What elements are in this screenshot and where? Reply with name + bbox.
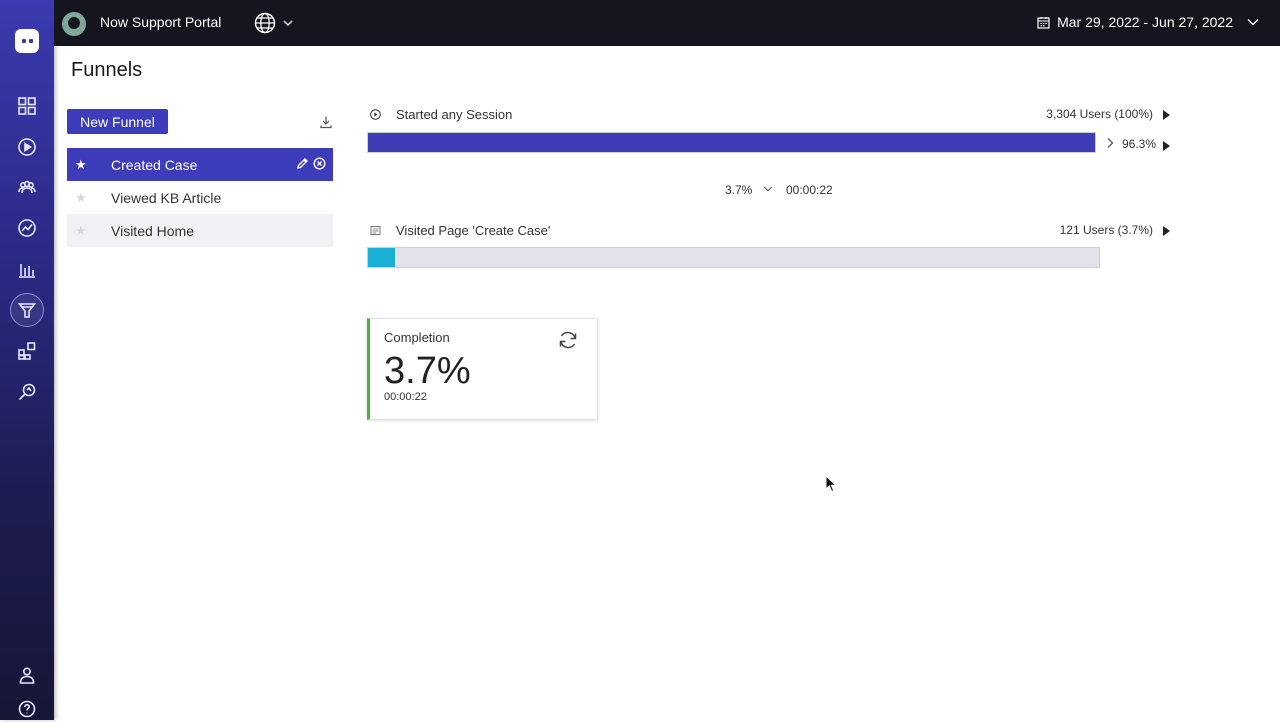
date-range-picker[interactable]: Mar 29, 2022 - Jun 27, 2022 [1037, 14, 1260, 30]
step-2-label: Visited Page 'Create Case' [396, 223, 551, 238]
conversion-percent: 3.7% [725, 183, 753, 197]
session-play-icon [370, 109, 381, 120]
step-1-drop-percent: 96.3% [1122, 137, 1157, 151]
expand-arrow-icon[interactable] [1163, 226, 1170, 236]
funnel-item-visited-home[interactable]: ★ Visited Home [67, 214, 333, 247]
conversion-time: 00:00:22 [786, 183, 833, 197]
search-insights-icon[interactable] [14, 379, 40, 405]
star-icon[interactable]: ★ [75, 157, 89, 173]
completion-value: 3.7% [384, 350, 471, 392]
page-icon [370, 226, 381, 235]
globe-icon[interactable] [254, 12, 276, 34]
calendar-icon [1037, 16, 1050, 29]
users-group-icon[interactable] [14, 174, 40, 200]
widgets-icon[interactable] [14, 338, 40, 364]
top-bar: Now Support Portal Mar 29, 2022 - Jun 27… [54, 0, 1280, 46]
funnel-item-label: Created Case [111, 156, 198, 173]
bar-chart-icon[interactable] [14, 256, 40, 282]
edit-pencil-icon[interactable] [296, 157, 309, 170]
star-icon[interactable]: ★ [75, 190, 89, 206]
step-1-count: 3,304 Users (100%) [1046, 107, 1153, 121]
funnel-item-label: Visited Home [111, 222, 195, 239]
dashboard-grid-icon[interactable] [14, 93, 40, 119]
expand-arrow-icon[interactable] [1163, 110, 1170, 120]
app-logo-icon[interactable] [15, 29, 39, 53]
funnel-item-created-case[interactable]: ★ Created Case [67, 148, 333, 181]
completion-title: Completion [384, 330, 450, 345]
funnel-icon[interactable] [10, 293, 44, 327]
step-2-count: 121 Users (3.7%) [1059, 223, 1153, 237]
portal-logo-icon [62, 12, 86, 36]
user-profile-icon[interactable] [14, 662, 40, 688]
new-funnel-button[interactable]: New Funnel [67, 109, 168, 134]
download-icon[interactable] [319, 115, 333, 129]
step-1-bar-fill [368, 133, 1095, 152]
mouse-cursor-icon [825, 475, 837, 493]
step-2-bar[interactable] [367, 247, 1100, 268]
expand-arrow-icon[interactable] [1163, 141, 1170, 151]
funnel-item-label: Viewed KB Article [111, 189, 222, 206]
completion-time: 00:00:22 [384, 391, 427, 403]
help-icon[interactable] [14, 696, 40, 722]
chevron-down-icon [1247, 19, 1259, 26]
step-2-bar-fill [368, 248, 396, 267]
step-1-bar[interactable] [367, 132, 1096, 153]
funnel-list: ★ Created Case ★ Viewed KB Article ★ Vis… [67, 148, 333, 247]
refresh-icon[interactable] [557, 329, 579, 351]
delete-circle-icon[interactable] [313, 157, 326, 170]
analytics-gauge-icon[interactable] [14, 215, 40, 241]
sessions-play-icon[interactable] [14, 134, 40, 160]
chevron-down-icon [763, 186, 773, 192]
star-icon[interactable]: ★ [75, 223, 89, 239]
funnel-item-viewed-kb-article[interactable]: ★ Viewed KB Article [67, 181, 333, 214]
portal-name[interactable]: Now Support Portal [100, 14, 221, 30]
completion-card: Completion 3.7% 00:00:22 [367, 318, 598, 420]
date-range-label: Mar 29, 2022 - Jun 27, 2022 [1057, 14, 1233, 30]
left-rail [0, 0, 54, 720]
chevron-down-icon[interactable] [282, 17, 294, 29]
step-1-label: Started any Session [396, 107, 513, 122]
page-title: Funnels [71, 59, 143, 81]
chevron-right-icon [1107, 138, 1114, 148]
